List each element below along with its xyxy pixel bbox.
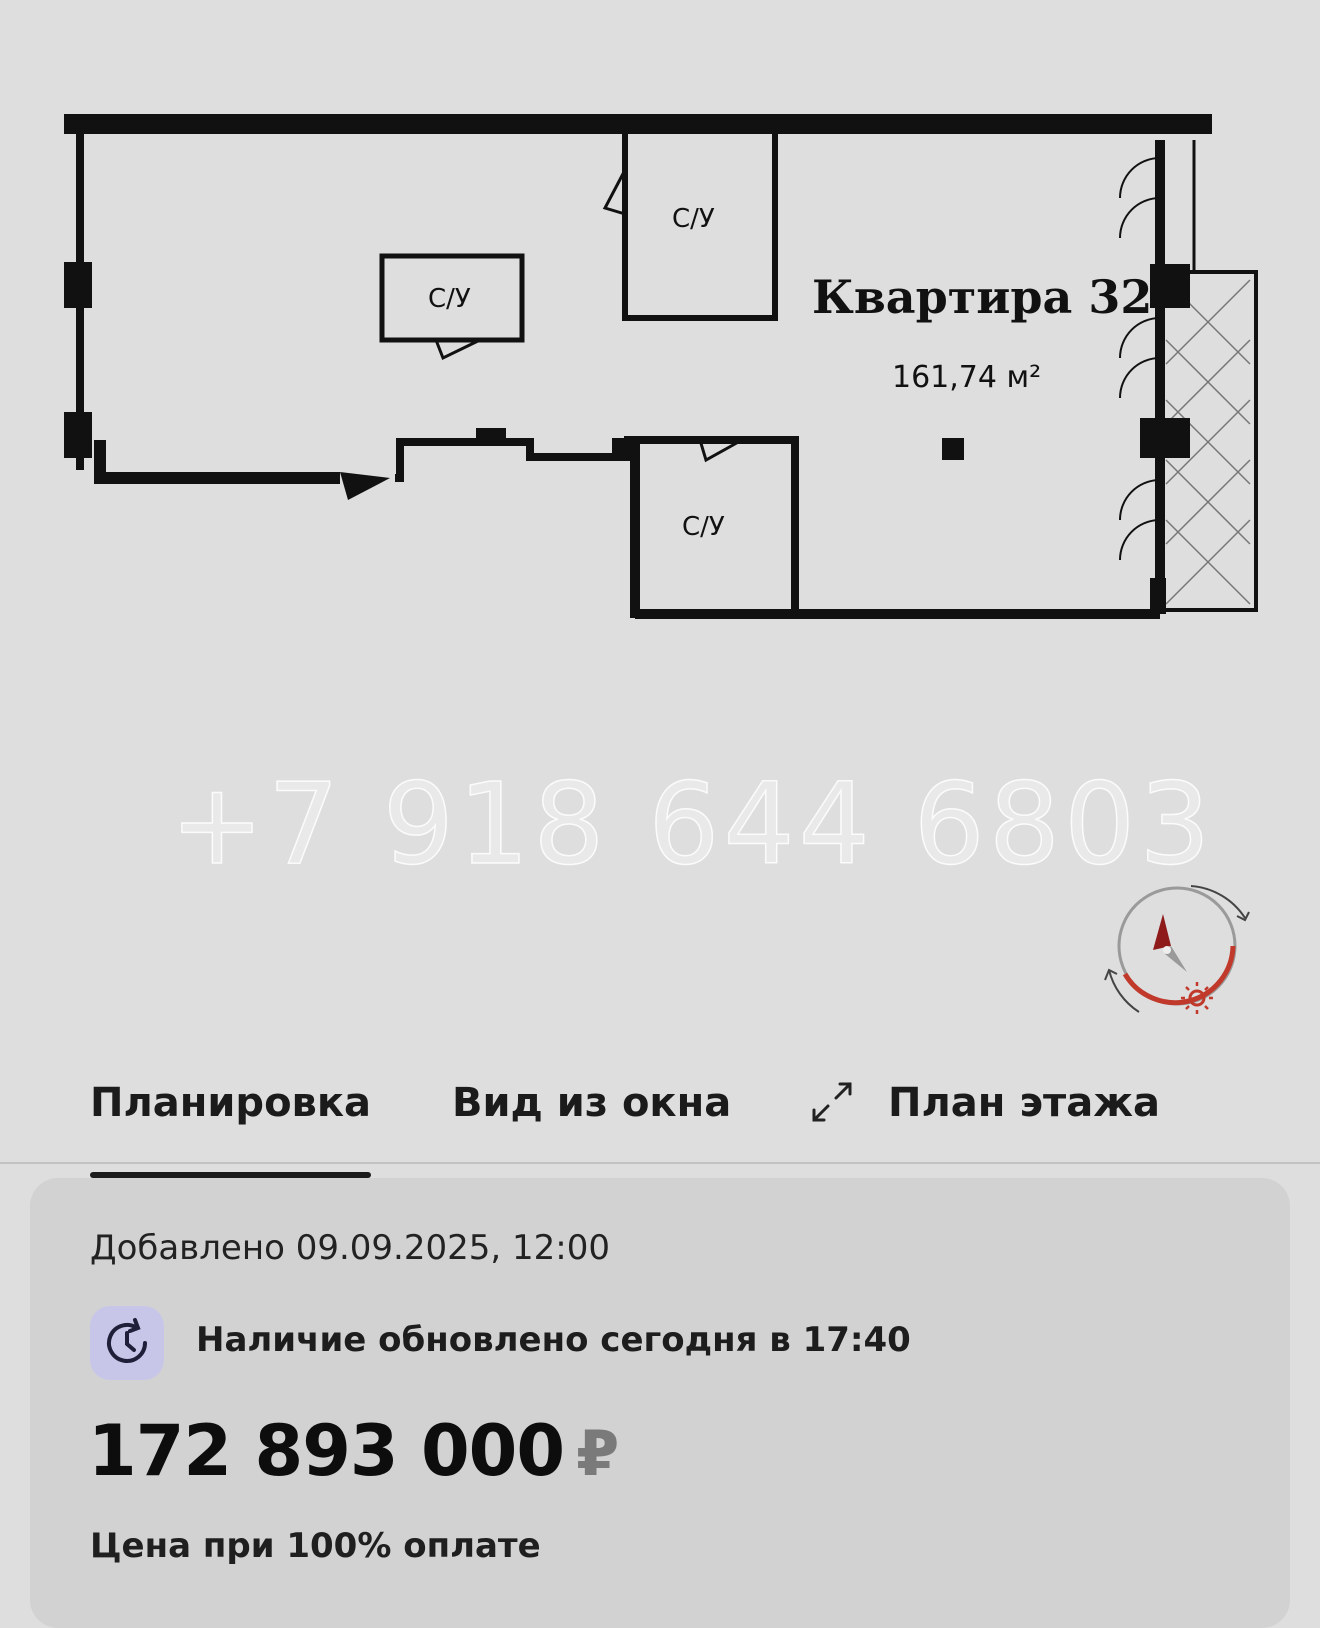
tab-planirovka[interactable]: Планировка: [90, 1080, 371, 1178]
tab-vid-iz-okna[interactable]: Вид из окна: [452, 1080, 731, 1126]
currency-symbol: ₽: [576, 1417, 619, 1490]
expand-icon[interactable]: [810, 1080, 854, 1124]
apartment-title: Квартира 32: [812, 270, 1153, 324]
floor-plan-drawing: [64, 114, 1258, 619]
price-note: Цена при 100% оплате: [90, 1526, 541, 1566]
clock-refresh-icon: [90, 1306, 164, 1380]
room-label: С/У: [672, 204, 715, 234]
compass-icon[interactable]: [1095, 870, 1255, 1030]
phone-watermark: +7 918 644 6803: [169, 759, 1215, 891]
price: 172 893 000 ₽: [88, 1410, 619, 1492]
added-date: Добавлено 09.09.2025, 12:00: [90, 1228, 610, 1268]
listing-info-card: Добавлено 09.09.2025, 12:00 Наличие обно…: [30, 1178, 1290, 1628]
room-label: С/У: [682, 512, 725, 542]
tab-plan-etazha[interactable]: План этажа: [888, 1080, 1160, 1126]
price-value: 172 893 000: [88, 1410, 565, 1492]
room-label: С/У: [428, 284, 471, 314]
apartment-area: 161,74 м²: [892, 360, 1042, 395]
availability-status: Наличие обновлено сегодня в 17:40: [196, 1320, 911, 1360]
tab-bar: Планировка Вид из окна План этажа: [0, 1060, 1320, 1178]
